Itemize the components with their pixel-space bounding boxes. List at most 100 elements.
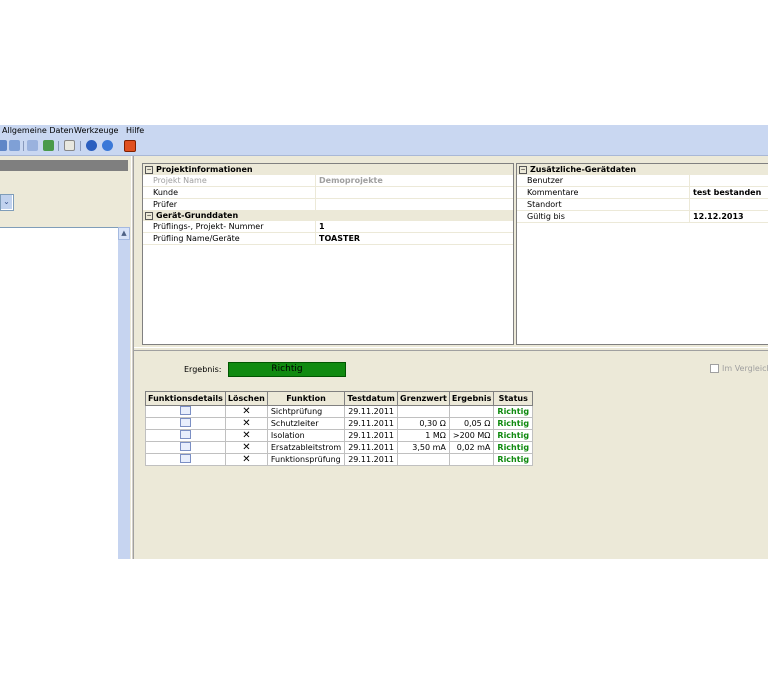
cell-ergebnis: 0,02 mA: [448, 441, 495, 454]
grid-row-value: 12.12.2013: [693, 212, 744, 221]
delete-icon[interactable]: ✕: [242, 442, 250, 453]
refresh-icon[interactable]: [27, 140, 38, 151]
table-row[interactable]: ✕ Isolation 29.11.2011 1 MΩ >200 MΩ Rich…: [145, 429, 534, 442]
result-label: Ergebnis:: [184, 365, 222, 374]
left-panel: ⌄ ▲: [0, 156, 131, 559]
delete-icon[interactable]: ✕: [242, 418, 250, 429]
grid-row-key: Prüfling Name/Geräte: [153, 233, 316, 244]
info-icon[interactable]: [102, 140, 113, 151]
table-row[interactable]: ✕ Funktionsprüfung 29.11.2011 Richtig: [145, 453, 534, 466]
toolbar: [0, 138, 768, 156]
details-icon[interactable]: [179, 454, 191, 463]
grid-row[interactable]: Gültig bis 12.12.2013: [517, 211, 768, 223]
cell-funktion: Sichtprüfung: [266, 405, 346, 418]
vertical-splitter[interactable]: [131, 156, 134, 559]
section-geraet-grunddaten[interactable]: − Gerät-Grunddaten: [143, 210, 513, 221]
cell-funktion: Funktionsprüfung: [266, 453, 346, 466]
cell-funktion: Ersatzableitstrom: [266, 441, 346, 454]
col-status[interactable]: Status: [493, 391, 534, 406]
cell-grenzwert: 0,30 Ω: [397, 417, 450, 430]
results-table: Funktionsdetails Löschen Funktion Testda…: [145, 391, 534, 466]
collapse-icon[interactable]: −: [519, 165, 527, 174]
details-icon[interactable]: [179, 442, 191, 451]
cell-testdatum: 29.11.2011: [344, 441, 398, 454]
grid-row-key: Benutzer: [527, 175, 690, 186]
menu-bar: Allgemeine Daten Werkzeuge Hilfe: [0, 125, 768, 138]
col-ergebnis[interactable]: Ergebnis: [448, 391, 495, 406]
cell-status: Richtig: [493, 417, 534, 430]
grid-row-key: Kommentare: [527, 187, 690, 198]
left-panel-header: [0, 160, 128, 171]
cell-ergebnis: [448, 453, 495, 466]
delete-icon[interactable]: ✕: [242, 454, 250, 465]
cell-status: Richtig: [493, 405, 534, 418]
menu-werkzeuge[interactable]: Werkzeuge: [74, 126, 118, 135]
document-icon[interactable]: [64, 140, 75, 151]
grid-row[interactable]: Prüfling Name/Geräte TOASTER: [143, 233, 513, 245]
table-row[interactable]: ✕ Sichtprüfung 29.11.2011 Richtig: [145, 405, 534, 418]
col-funktionsdetails[interactable]: Funktionsdetails: [145, 391, 226, 406]
grid-row-value: 1: [319, 222, 325, 231]
grid-row[interactable]: Prüflings-, Projekt- Nummer 1: [143, 221, 513, 233]
cell-status: Richtig: [493, 441, 534, 454]
collapse-icon[interactable]: −: [145, 165, 153, 174]
grid-row-value: Demoprojekte: [319, 176, 383, 185]
details-icon[interactable]: [179, 418, 191, 427]
cell-grenzwert: [397, 453, 450, 466]
help-icon[interactable]: [86, 140, 97, 151]
horizontal-splitter[interactable]: [134, 347, 768, 351]
grid-row-key: Standort: [527, 199, 690, 210]
cell-grenzwert: 3,50 mA: [397, 441, 450, 454]
section-projektinformationen[interactable]: − Projektinformationen: [143, 164, 513, 175]
section-zusaetzliche-geraetdaten[interactable]: − Zusätzliche-Gerätdaten: [517, 164, 768, 175]
grid-row[interactable]: Projekt Name Demoprojekte: [143, 175, 513, 187]
back-icon[interactable]: [0, 140, 7, 151]
grid-row[interactable]: Kunde: [143, 187, 513, 199]
cell-grenzwert: 1 MΩ: [397, 429, 450, 442]
col-funktion[interactable]: Funktion: [266, 391, 346, 406]
exit-icon[interactable]: [124, 140, 136, 152]
col-testdatum[interactable]: Testdatum: [344, 391, 398, 406]
col-grenzwert[interactable]: Grenzwert: [397, 391, 450, 406]
scroll-up-icon[interactable]: ▲: [118, 227, 130, 240]
cell-funktion: Schutzleiter: [266, 417, 346, 430]
grid-row-key: Prüflings-, Projekt- Nummer: [153, 221, 316, 232]
forward-icon[interactable]: [9, 140, 20, 151]
menu-hilfe[interactable]: Hilfe: [126, 126, 144, 135]
cell-testdatum: 29.11.2011: [344, 405, 398, 418]
table-row[interactable]: ✕ Schutzleiter 29.11.2011 0,30 Ω 0,05 Ω …: [145, 417, 534, 430]
compare-checkbox[interactable]: Im Vergleich n: [710, 364, 768, 373]
compare-label: Im Vergleich n: [722, 364, 768, 373]
menu-allgemeine-daten[interactable]: Allgemeine Daten: [2, 126, 74, 135]
grid-row[interactable]: Benutzer: [517, 175, 768, 187]
grid-row[interactable]: Standort: [517, 199, 768, 211]
application-window: Allgemeine Daten Werkzeuge Hilfe ⌄ ▲ − Pr…: [0, 125, 768, 559]
cell-grenzwert: [397, 405, 450, 418]
grid-row-key: Prüfer: [153, 199, 316, 210]
left-panel-combo[interactable]: ⌄: [0, 194, 14, 211]
toolbar-separator: [80, 141, 81, 151]
scrollbar[interactable]: ▲: [118, 227, 130, 559]
cell-testdatum: 29.11.2011: [344, 417, 398, 430]
grid-row-value: test bestanden: [693, 188, 762, 197]
grid-row[interactable]: Kommentare test bestanden: [517, 187, 768, 199]
table-header-row: Funktionsdetails Löschen Funktion Testda…: [145, 391, 534, 406]
extra-property-grid: − Zusätzliche-Gerätdaten Benutzer Komment…: [516, 163, 768, 345]
grid-icon[interactable]: [43, 140, 54, 151]
col-loeschen[interactable]: Löschen: [224, 391, 268, 406]
cell-testdatum: 29.11.2011: [344, 453, 398, 466]
checkbox-icon[interactable]: [710, 364, 719, 373]
device-tree[interactable]: [0, 227, 118, 559]
chevron-down-icon[interactable]: ⌄: [1, 195, 12, 209]
project-property-grid: − Projektinformationen Projekt Name Demop…: [142, 163, 514, 345]
toolbar-separator: [58, 141, 59, 151]
delete-icon[interactable]: ✕: [242, 406, 250, 417]
grid-row-key: Kunde: [153, 187, 316, 198]
grid-row-key: Gültig bis: [527, 211, 690, 222]
collapse-icon[interactable]: −: [145, 211, 153, 220]
grid-row-value: TOASTER: [319, 234, 361, 243]
delete-icon[interactable]: ✕: [242, 430, 250, 441]
details-icon[interactable]: [179, 406, 191, 415]
table-row[interactable]: ✕ Ersatzableitstrom 29.11.2011 3,50 mA 0…: [145, 441, 534, 454]
details-icon[interactable]: [179, 430, 191, 439]
